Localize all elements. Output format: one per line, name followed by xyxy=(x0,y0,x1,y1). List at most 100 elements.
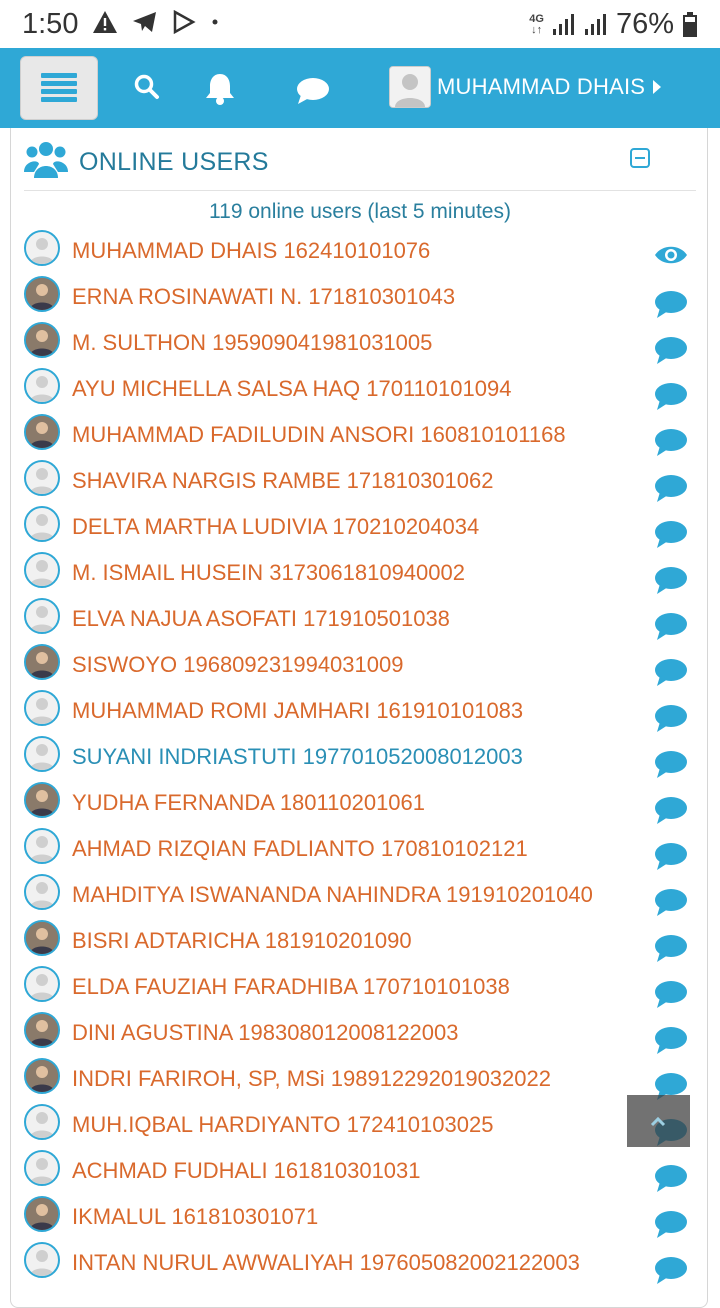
user-link[interactable]: DELTA MARTHA LUDIVIA 170210204034 xyxy=(72,514,479,540)
user-link[interactable]: M. ISMAIL HUSEIN 3173061810940002 xyxy=(72,560,465,586)
user-link[interactable]: AYU MICHELLA SALSA HAQ 170110101094 xyxy=(72,376,511,402)
chat-icon[interactable] xyxy=(654,980,688,1010)
chat-icon[interactable] xyxy=(654,336,688,366)
user-photo-icon xyxy=(26,784,58,816)
avatar[interactable] xyxy=(24,276,60,312)
user-link[interactable]: AHMAD RIZQIAN FADLIANTO 170810102121 xyxy=(72,836,528,862)
chat-icon[interactable] xyxy=(654,520,688,550)
message-button[interactable] xyxy=(654,980,688,1015)
message-button[interactable] xyxy=(654,336,688,371)
avatar[interactable] xyxy=(24,782,60,818)
message-button[interactable] xyxy=(654,1026,688,1061)
card-title: ONLINE USERS xyxy=(79,148,269,176)
menu-button[interactable] xyxy=(20,56,98,120)
avatar[interactable] xyxy=(24,552,60,588)
message-button[interactable] xyxy=(654,1210,688,1245)
message-button[interactable] xyxy=(654,796,688,831)
chat-icon[interactable] xyxy=(654,704,688,734)
avatar[interactable] xyxy=(24,368,60,404)
chat-icon[interactable] xyxy=(654,888,688,918)
avatar[interactable] xyxy=(24,874,60,910)
message-button[interactable] xyxy=(654,934,688,969)
user-menu[interactable]: MUHAMMAD DHAIS xyxy=(389,66,662,108)
user-link[interactable]: MAHDITYA ISWANANDA NAHINDRA 191910201040 xyxy=(72,882,593,908)
chat-icon[interactable] xyxy=(654,1164,688,1194)
avatar[interactable] xyxy=(24,506,60,542)
avatar[interactable] xyxy=(24,1104,60,1140)
user-link[interactable]: INTAN NURUL AWWALIYAH 197605082002122003 xyxy=(72,1250,580,1276)
chat-icon[interactable] xyxy=(654,1026,688,1056)
user-link[interactable]: MUHAMMAD FADILUDIN ANSORI 160810101168 xyxy=(72,422,566,448)
message-button[interactable] xyxy=(654,520,688,555)
message-button[interactable] xyxy=(654,658,688,693)
avatar[interactable] xyxy=(24,414,60,450)
user-link[interactable]: ELDA FAUZIAH FARADHIBA 170710101038 xyxy=(72,974,510,1000)
message-button[interactable] xyxy=(654,1164,688,1199)
avatar[interactable] xyxy=(24,1242,60,1278)
user-link[interactable]: ELVA NAJUA ASOFATI 171910501038 xyxy=(72,606,450,632)
chat-icon[interactable] xyxy=(654,750,688,780)
avatar[interactable] xyxy=(24,828,60,864)
user-link[interactable]: SISWOYO 196809231994031009 xyxy=(72,652,403,678)
search-icon[interactable] xyxy=(134,74,160,100)
message-button[interactable] xyxy=(654,290,688,325)
message-button[interactable] xyxy=(654,612,688,647)
chat-icon[interactable] xyxy=(654,1210,688,1240)
avatar[interactable] xyxy=(24,598,60,634)
message-button[interactable] xyxy=(654,888,688,923)
telegram-icon xyxy=(133,12,156,32)
user-link[interactable]: DINI AGUSTINA 198308012008122003 xyxy=(72,1020,459,1046)
message-button[interactable] xyxy=(654,474,688,509)
message-button[interactable] xyxy=(654,704,688,739)
user-link[interactable]: MUHAMMAD ROMI JAMHARI 161910101083 xyxy=(72,698,523,724)
chat-icon[interactable] xyxy=(654,1256,688,1286)
user-link[interactable]: M. SULTHON 195909041981031005 xyxy=(72,330,432,356)
chat-icon[interactable] xyxy=(654,612,688,642)
user-link[interactable]: IKMALUL 161810301071 xyxy=(72,1204,318,1230)
user-link[interactable]: MUHAMMAD DHAIS 162410101076 xyxy=(72,238,430,264)
chat-icon[interactable] xyxy=(654,796,688,826)
user-link[interactable]: SUYANI INDRIASTUTI 197701052008012003 xyxy=(72,744,523,770)
status-bar: 1:50 4G ↓↑ 76% xyxy=(0,0,720,48)
message-button[interactable] xyxy=(654,842,688,877)
avatar[interactable] xyxy=(24,644,60,680)
bell-icon[interactable] xyxy=(204,72,236,106)
view-button[interactable] xyxy=(654,244,688,271)
collapse-button[interactable] xyxy=(630,148,650,168)
avatar[interactable] xyxy=(24,460,60,496)
avatar[interactable] xyxy=(24,966,60,1002)
user-link[interactable]: INDRI FARIROH, SP, MSi 19891229201903202… xyxy=(72,1066,551,1092)
chat-icon[interactable] xyxy=(654,566,688,596)
list-item: ERNA ROSINAWATI N. 171810301043 xyxy=(24,276,696,322)
scroll-top-button[interactable] xyxy=(627,1095,690,1147)
chat-icon[interactable] xyxy=(654,842,688,872)
avatar[interactable] xyxy=(24,1012,60,1048)
chat-icon[interactable] xyxy=(295,76,331,106)
avatar[interactable] xyxy=(24,322,60,358)
avatar[interactable] xyxy=(24,1196,60,1232)
message-button[interactable] xyxy=(654,750,688,785)
eye-icon[interactable] xyxy=(654,244,688,266)
avatar[interactable] xyxy=(24,1150,60,1186)
chat-icon[interactable] xyxy=(654,934,688,964)
avatar[interactable] xyxy=(24,230,60,266)
avatar[interactable] xyxy=(24,736,60,772)
user-link[interactable]: ACHMAD FUDHALI 161810301031 xyxy=(72,1158,421,1184)
message-button[interactable] xyxy=(654,566,688,601)
user-link[interactable]: BISRI ADTARICHA 181910201090 xyxy=(72,928,412,954)
avatar[interactable] xyxy=(24,1058,60,1094)
chat-icon[interactable] xyxy=(654,428,688,458)
chat-icon[interactable] xyxy=(654,382,688,412)
chat-icon[interactable] xyxy=(654,290,688,320)
user-link[interactable]: ERNA ROSINAWATI N. 171810301043 xyxy=(72,284,455,310)
user-link[interactable]: MUH.IQBAL HARDIYANTO 172410103025 xyxy=(72,1112,493,1138)
avatar[interactable] xyxy=(24,690,60,726)
message-button[interactable] xyxy=(654,428,688,463)
user-link[interactable]: YUDHA FERNANDA 180110201061 xyxy=(72,790,425,816)
user-link[interactable]: SHAVIRA NARGIS RAMBE 171810301062 xyxy=(72,468,493,494)
avatar[interactable] xyxy=(24,920,60,956)
message-button[interactable] xyxy=(654,1256,688,1291)
chat-icon[interactable] xyxy=(654,474,688,504)
chat-icon[interactable] xyxy=(654,658,688,688)
message-button[interactable] xyxy=(654,382,688,417)
